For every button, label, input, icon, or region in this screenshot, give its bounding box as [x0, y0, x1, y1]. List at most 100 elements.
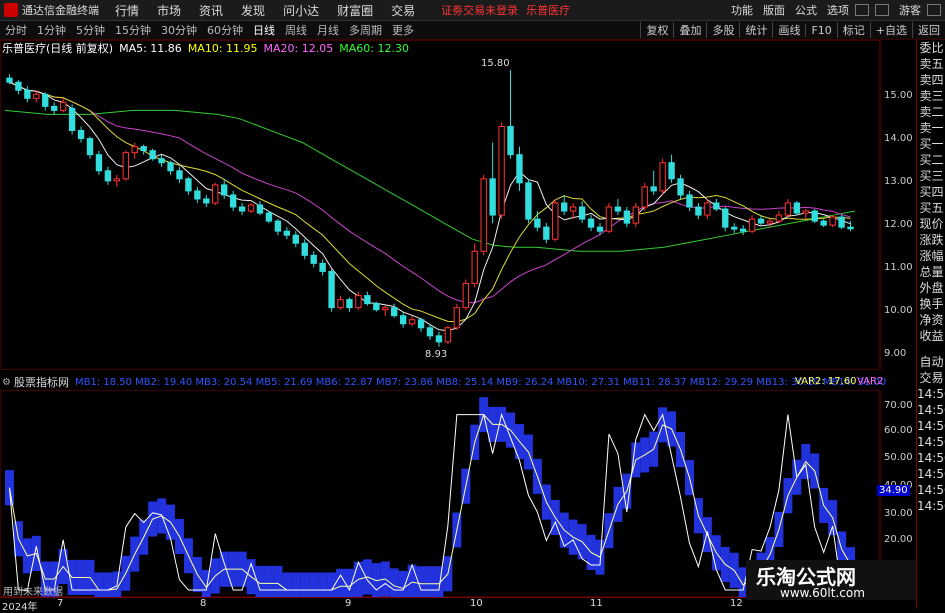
- candle-body[interactable]: [408, 319, 416, 325]
- candle-body[interactable]: [158, 158, 165, 164]
- period-15min[interactable]: 15分钟: [115, 22, 151, 38]
- candle-body[interactable]: [498, 125, 505, 216]
- candle-body[interactable]: [256, 204, 264, 214]
- candle-body[interactable]: [131, 146, 138, 154]
- candle-body[interactable]: [847, 226, 854, 230]
- trade-login-warning[interactable]: 证劵交易未登录: [441, 2, 518, 18]
- candle-body[interactable]: [587, 218, 595, 228]
- candle-body[interactable]: [122, 152, 129, 180]
- candle-body[interactable]: [793, 202, 801, 214]
- candle-body[interactable]: [33, 93, 40, 99]
- candle-body[interactable]: [203, 198, 210, 204]
- candle-body[interactable]: [731, 226, 738, 230]
- menu-item-discover[interactable]: 发现: [241, 2, 265, 19]
- candle-body[interactable]: [104, 170, 112, 182]
- candle-body[interactable]: [77, 130, 85, 140]
- candle-body[interactable]: [59, 101, 67, 111]
- candle-body[interactable]: [489, 178, 496, 216]
- close-icon[interactable]: [927, 4, 941, 16]
- candle-body[interactable]: [167, 162, 174, 172]
- menu-item-markets[interactable]: 市场: [157, 2, 181, 19]
- candle-body[interactable]: [578, 206, 586, 220]
- candle-body[interactable]: [274, 220, 282, 232]
- menu-item-wealth[interactable]: 财富圈: [337, 2, 373, 19]
- candle-body[interactable]: [838, 216, 845, 228]
- candle-body[interactable]: [480, 178, 487, 252]
- candle-body[interactable]: [337, 299, 344, 309]
- candle-body[interactable]: [42, 93, 49, 107]
- candle-body[interactable]: [650, 186, 657, 192]
- candle-body[interactable]: [453, 307, 461, 329]
- candle-body[interactable]: [391, 307, 398, 317]
- indicator-settings-icon[interactable]: ⚙: [2, 377, 11, 388]
- candle-body[interactable]: [24, 89, 31, 99]
- multi-stock-button[interactable]: 多股: [706, 22, 739, 38]
- adjust-button[interactable]: 复权: [640, 22, 673, 38]
- candle-body[interactable]: [605, 206, 613, 232]
- candle-body[interactable]: [677, 178, 684, 196]
- f10-button[interactable]: F10: [805, 23, 836, 37]
- overlay-button[interactable]: 叠加: [673, 22, 706, 38]
- candle-body[interactable]: [247, 204, 255, 212]
- candle-body[interactable]: [543, 226, 550, 240]
- menu-item-market[interactable]: 行情: [115, 2, 139, 19]
- candle-body[interactable]: [516, 154, 523, 184]
- period-5min[interactable]: 5分钟: [76, 22, 105, 38]
- menu-item-ask[interactable]: 问小达: [283, 2, 319, 19]
- add-watchlist-button[interactable]: +自选: [869, 22, 912, 38]
- candle-body[interactable]: [229, 194, 237, 208]
- candle-body[interactable]: [713, 202, 720, 210]
- candle-body[interactable]: [68, 107, 76, 132]
- candle-body[interactable]: [784, 202, 792, 216]
- candle-body[interactable]: [641, 186, 648, 208]
- candle-body[interactable]: [811, 210, 818, 222]
- candlestick-chart[interactable]: [0, 40, 916, 370]
- candle-body[interactable]: [426, 327, 434, 337]
- candle-body[interactable]: [829, 216, 836, 226]
- candle-body[interactable]: [382, 307, 389, 311]
- candle-body[interactable]: [552, 202, 559, 240]
- menu-item-trade[interactable]: 交易: [391, 2, 415, 19]
- candle-body[interactable]: [364, 295, 371, 305]
- candle-body[interactable]: [212, 184, 219, 204]
- candle-body[interactable]: [623, 210, 631, 224]
- period-more[interactable]: 更多: [392, 22, 414, 38]
- candle-body[interactable]: [346, 299, 353, 309]
- menu-options[interactable]: 选项: [827, 2, 849, 18]
- candle-body[interactable]: [748, 218, 756, 232]
- candle-body[interactable]: [766, 220, 774, 224]
- candle-body[interactable]: [6, 77, 13, 83]
- candle-body[interactable]: [149, 150, 156, 160]
- candle-body[interactable]: [265, 212, 273, 222]
- candle-body[interactable]: [525, 182, 532, 220]
- candle-body[interactable]: [659, 162, 666, 192]
- candle-body[interactable]: [86, 138, 94, 156]
- back-button[interactable]: 返回: [912, 22, 945, 38]
- candle-body[interactable]: [614, 206, 622, 212]
- candle-body[interactable]: [704, 202, 711, 216]
- draw-line-button[interactable]: 画线: [772, 22, 805, 38]
- menu-item-news[interactable]: 资讯: [199, 2, 223, 19]
- period-weekly[interactable]: 周线: [285, 22, 307, 38]
- period-daily[interactable]: 日线: [253, 22, 275, 38]
- menu-formula[interactable]: 公式: [795, 2, 817, 18]
- candle-body[interactable]: [534, 218, 541, 228]
- candle-body[interactable]: [695, 206, 702, 216]
- period-multi[interactable]: 多周期: [349, 22, 382, 38]
- candle-body[interactable]: [51, 105, 58, 111]
- candle-body[interactable]: [444, 327, 452, 343]
- candle-body[interactable]: [435, 335, 443, 343]
- candle-body[interactable]: [462, 283, 469, 309]
- candle-body[interactable]: [802, 210, 809, 214]
- statistics-button[interactable]: 统计: [739, 22, 772, 38]
- candle-body[interactable]: [185, 178, 192, 192]
- candle-body[interactable]: [221, 184, 228, 196]
- candle-body[interactable]: [569, 206, 577, 212]
- candle-body[interactable]: [15, 81, 22, 91]
- candle-body[interactable]: [373, 303, 380, 311]
- candle-body[interactable]: [471, 250, 478, 285]
- mark-button[interactable]: 标记: [836, 22, 870, 38]
- candle-body[interactable]: [140, 146, 147, 152]
- candle-body[interactable]: [757, 218, 765, 224]
- candle-body[interactable]: [194, 190, 201, 200]
